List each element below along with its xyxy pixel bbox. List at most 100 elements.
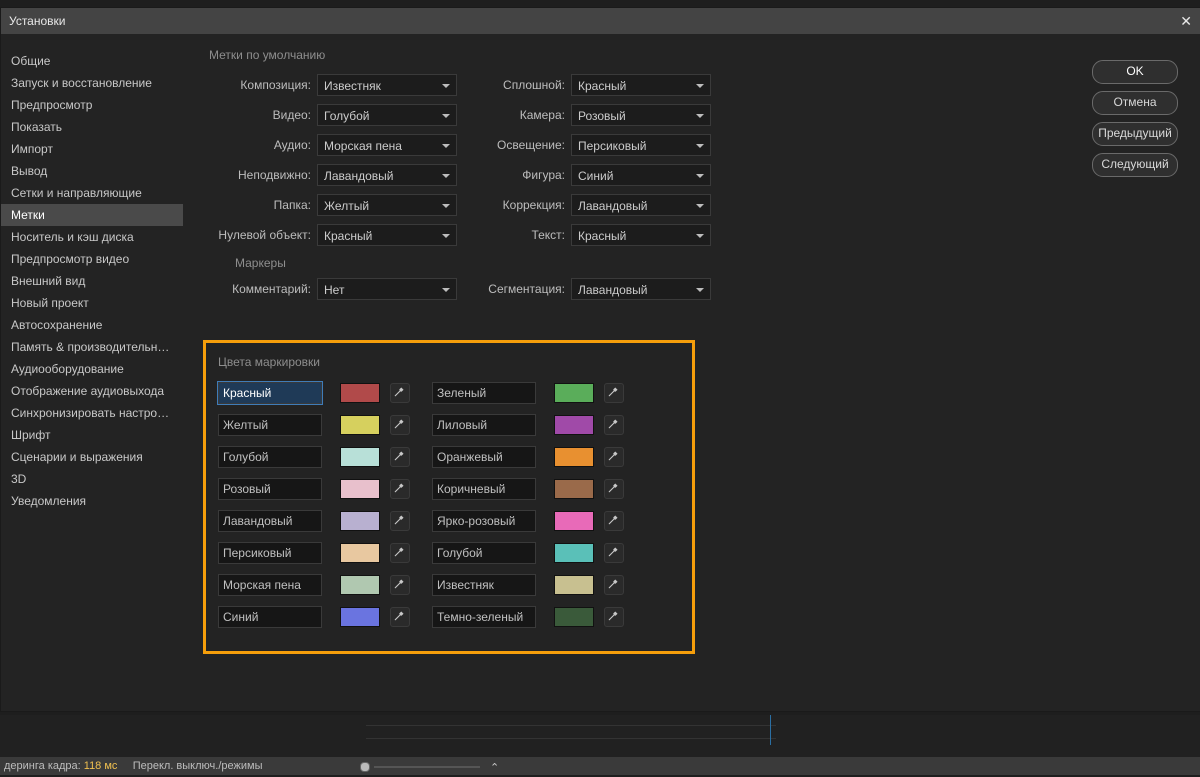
eyedropper-icon[interactable] [604,511,624,531]
sidebar-item[interactable]: Метки [1,204,183,226]
color-swatch[interactable] [554,543,594,563]
color-name-input[interactable]: Желтый [218,414,322,436]
color-name-input[interactable]: Коричневый [432,478,536,500]
toggle-switches-label[interactable]: Перекл. выключ./режимы [133,760,263,772]
color-name-input[interactable]: Ярко-розовый [432,510,536,532]
color-name-input[interactable]: Оранжевый [432,446,536,468]
playhead[interactable] [770,715,771,745]
sidebar-item[interactable]: Уведомления [1,490,183,512]
color-name-input[interactable]: Зеленый [432,382,536,404]
color-dropdown[interactable]: Голубой [317,104,457,126]
color-name-input[interactable]: Персиковый [218,542,322,564]
color-name-input[interactable]: Известняк [432,574,536,596]
color-name-input[interactable]: Красный [218,382,322,404]
zoom-slider[interactable] [360,762,480,772]
sidebar-item[interactable]: Внешний вид [1,270,183,292]
sidebar-item[interactable]: Импорт [1,138,183,160]
color-dropdown[interactable]: Красный [571,74,711,96]
sidebar-item[interactable]: Запуск и восстановление [1,72,183,94]
field-label: Папка: [209,198,317,212]
color-swatch[interactable] [554,511,594,531]
eyedropper-icon[interactable] [390,607,410,627]
color-dropdown[interactable]: Лавандовый [317,164,457,186]
close-icon[interactable]: ✕ [1180,8,1192,34]
color-swatch[interactable] [554,447,594,467]
eyedropper-icon[interactable] [604,479,624,499]
window-title: Установки [9,8,65,34]
eyedropper-icon[interactable] [604,415,624,435]
color-name-input[interactable]: Темно-зеленый [432,606,536,628]
prev-button[interactable]: Предыдущий [1092,122,1178,146]
sidebar-item[interactable]: Показать [1,116,183,138]
color-dropdown[interactable]: Персиковый [571,134,711,156]
sidebar-item[interactable]: Предпросмотр видео [1,248,183,270]
eyedropper-icon[interactable] [390,447,410,467]
color-swatch[interactable] [554,415,594,435]
color-swatch[interactable] [340,607,380,627]
eyedropper-icon[interactable] [390,383,410,403]
sidebar-item[interactable]: Автосохранение [1,314,183,336]
color-name-input[interactable]: Лиловый [432,414,536,436]
color-swatch[interactable] [554,607,594,627]
color-dropdown[interactable]: Красный [317,224,457,246]
color-dropdown[interactable]: Розовый [571,104,711,126]
color-dropdown[interactable]: Красный [571,224,711,246]
render-time-label: деринга кадра: [4,760,81,772]
eyedropper-icon[interactable] [390,415,410,435]
sidebar-item[interactable]: Вывод [1,160,183,182]
sidebar-item[interactable]: Сценарии и выражения [1,446,183,468]
field-label: Текст: [483,228,571,242]
sidebar-item[interactable]: Аудиооборудование [1,358,183,380]
eyedropper-icon[interactable] [390,575,410,595]
eyedropper-icon[interactable] [390,543,410,563]
color-dropdown[interactable]: Желтый [317,194,457,216]
eyedropper-icon[interactable] [390,479,410,499]
color-name-input[interactable]: Лавандовый [218,510,322,532]
field-label: Фигура: [483,168,571,182]
color-swatch[interactable] [554,383,594,403]
ok-button[interactable]: OK [1092,60,1178,84]
color-dropdown[interactable]: Синий [571,164,711,186]
color-swatch[interactable] [340,479,380,499]
color-name-input[interactable]: Синий [218,606,322,628]
sidebar-item[interactable]: Синхронизировать настройки [1,402,183,424]
timeline-area: деринга кадра: 118 мс Перекл. выключ./ре… [0,715,1200,775]
sidebar-item[interactable]: 3D [1,468,183,490]
color-name-input[interactable]: Голубой [432,542,536,564]
sidebar-item[interactable]: Отображение аудиовыхода [1,380,183,402]
color-dropdown[interactable]: Лавандовый [571,194,711,216]
color-swatch[interactable] [340,447,380,467]
eyedropper-icon[interactable] [604,607,624,627]
color-swatch[interactable] [340,511,380,531]
eyedropper-icon[interactable] [604,575,624,595]
sidebar-item[interactable]: Носитель и кэш диска [1,226,183,248]
color-name-input[interactable]: Голубой [218,446,322,468]
segmentation-dropdown[interactable]: Лавандовый [571,278,711,300]
color-name-input[interactable]: Морская пена [218,574,322,596]
comment-dropdown[interactable]: Нет [317,278,457,300]
color-name-input[interactable]: Розовый [218,478,322,500]
timeline-strip[interactable] [366,725,776,739]
cancel-button[interactable]: Отмена [1092,91,1178,115]
color-swatch[interactable] [340,415,380,435]
eyedropper-icon[interactable] [604,383,624,403]
color-swatch[interactable] [554,479,594,499]
eyedropper-icon[interactable] [604,447,624,467]
color-dropdown[interactable]: Известняк [317,74,457,96]
sidebar-item[interactable]: Общие [1,50,183,72]
next-button[interactable]: Следующий [1092,153,1178,177]
sidebar-item[interactable]: Предпросмотр [1,94,183,116]
sidebar-item[interactable]: Шрифт [1,424,183,446]
markers-title: Маркеры [235,256,1192,270]
chevron-icon[interactable]: ⌃ [490,759,499,777]
eyedropper-icon[interactable] [390,511,410,531]
color-swatch[interactable] [340,383,380,403]
sidebar-item[interactable]: Память & производительность [1,336,183,358]
color-dropdown[interactable]: Морская пена [317,134,457,156]
sidebar-item[interactable]: Новый проект [1,292,183,314]
sidebar-item[interactable]: Сетки и направляющие [1,182,183,204]
color-swatch[interactable] [340,543,380,563]
color-swatch[interactable] [340,575,380,595]
eyedropper-icon[interactable] [604,543,624,563]
color-swatch[interactable] [554,575,594,595]
